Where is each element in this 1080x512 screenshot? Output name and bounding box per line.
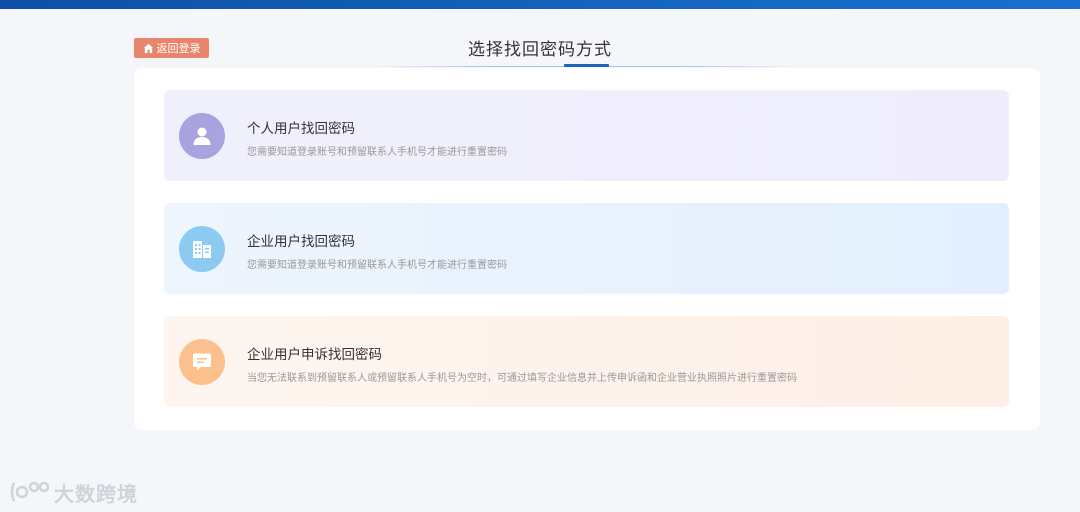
options-panel: 个人用户找回密码 您需要知道登录账号和预留联系人手机号才能进行重置密码 企业用户… (134, 68, 1040, 430)
option-title: 企业用户申诉找回密码 (247, 347, 382, 362)
option-description: 当您无法联系到预留联系人或预留联系人手机号为空时，可通过填写企业信息并上传申诉函… (247, 373, 797, 384)
option-personal-recovery[interactable]: 个人用户找回密码 您需要知道登录账号和预留联系人手机号才能进行重置密码 (164, 90, 1009, 181)
title-underline (564, 64, 609, 67)
user-icon (179, 113, 225, 159)
top-bar (0, 0, 1080, 9)
message-icon (179, 339, 225, 385)
option-enterprise-recovery[interactable]: 企业用户找回密码 您需要知道登录账号和预留联系人手机号才能进行重置密码 (164, 203, 1009, 294)
watermark: 大数跨境 (8, 478, 138, 506)
watermark-text: 大数跨境 (54, 483, 138, 506)
option-title: 个人用户找回密码 (247, 121, 355, 136)
option-description: 您需要知道登录账号和预留联系人手机号才能进行重置密码 (247, 147, 507, 158)
building-icon (179, 226, 225, 272)
option-enterprise-appeal[interactable]: 企业用户申诉找回密码 当您无法联系到预留联系人或预留联系人手机号为空时，可通过填… (164, 316, 1009, 407)
option-description: 您需要知道登录账号和预留联系人手机号才能进行重置密码 (247, 260, 507, 271)
watermark-logo-icon (8, 479, 50, 505)
option-title: 企业用户找回密码 (247, 234, 355, 249)
page-title: 选择找回密码方式 (468, 40, 612, 59)
